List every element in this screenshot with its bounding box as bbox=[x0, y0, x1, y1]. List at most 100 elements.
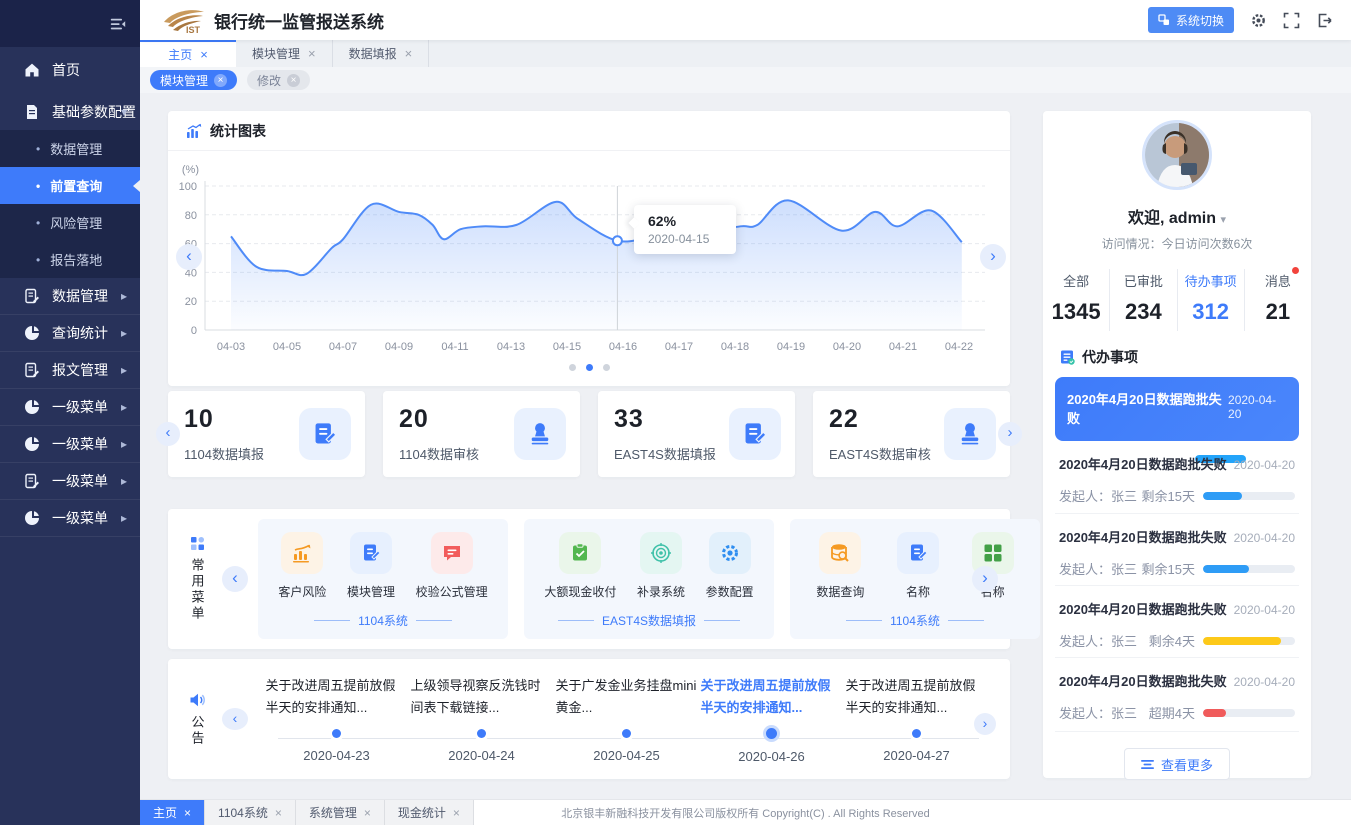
fullscreen-icon[interactable] bbox=[1283, 12, 1300, 29]
sidebar-subitem-report-landing[interactable]: •报告落地 bbox=[0, 241, 140, 278]
sidebar-item-data-mgmt[interactable]: 数据管理 ▸ bbox=[0, 278, 140, 315]
stat-card-1104-fill[interactable]: 10 1104数据填报 bbox=[168, 391, 365, 477]
tab-data-fill[interactable]: 数据填报× bbox=[333, 40, 430, 67]
announcement-text: 上级领导视察反洗钱时间表下载链接... bbox=[411, 675, 553, 720]
chevron-left-icon: ‹ bbox=[186, 246, 192, 265]
tab-home[interactable]: 主页× bbox=[140, 40, 236, 67]
bottom-tab-label: 1104系统 bbox=[218, 804, 268, 821]
stat-messages[interactable]: 消息 21 bbox=[1244, 269, 1311, 331]
bullet-icon: • bbox=[36, 179, 40, 193]
sidebar: 首页 基础参数配置 ▾ •数据管理 •前置查询 •风险管理 •报告落地 数据管理… bbox=[0, 0, 140, 825]
close-icon[interactable]: × bbox=[364, 806, 371, 820]
announcement-item[interactable]: 关于改进周五提前放假半天的安排通知... 2020-04-23 bbox=[264, 675, 409, 764]
welcome-row[interactable]: 欢迎, admin ▾ bbox=[1043, 204, 1311, 228]
pagination-dot[interactable] bbox=[569, 364, 576, 371]
quick-menu-prev-button[interactable]: ‹ bbox=[222, 566, 248, 592]
stats-prev-button[interactable]: ‹ bbox=[156, 422, 180, 446]
todo-item[interactable]: 2020年4月20日数据跑批失败2020-04-20 发起人：张三超期4天 bbox=[1055, 657, 1299, 729]
quick-item-label: 名称 bbox=[906, 583, 930, 600]
svg-text:04-17: 04-17 bbox=[665, 341, 693, 353]
stat-cards-row: 10 1104数据填报 20 1104数据审核 33 EAST4S数据填报 22… bbox=[168, 391, 1010, 477]
sidebar-item-query-stats[interactable]: 查询统计 ▸ bbox=[0, 315, 140, 352]
sidebar-item-level1-menu-3[interactable]: 一级菜单 ▸ bbox=[0, 463, 140, 500]
close-icon[interactable]: × bbox=[184, 806, 191, 820]
close-icon[interactable]: × bbox=[453, 806, 460, 820]
sidebar-item-level1-menu-1[interactable]: 一级菜单 ▸ bbox=[0, 389, 140, 426]
stat-card-1104-audit[interactable]: 20 1104数据审核 bbox=[383, 391, 580, 477]
bottom-tab-home[interactable]: 主页× bbox=[140, 800, 205, 825]
close-icon[interactable]: × bbox=[308, 46, 316, 61]
chart-tooltip: 62% 2020-04-15 bbox=[634, 205, 736, 254]
announcement-item[interactable]: 上级领导视察反洗钱时间表下载链接... 2020-04-24 bbox=[409, 675, 554, 764]
sidebar-item-base-params[interactable]: 基础参数配置 ▾ bbox=[0, 93, 140, 130]
chip-module-mgmt[interactable]: 模块管理× bbox=[150, 70, 237, 90]
quick-menu-next-button[interactable]: › bbox=[972, 566, 998, 592]
close-circle-icon[interactable]: × bbox=[214, 74, 227, 87]
pagination-dot[interactable] bbox=[603, 364, 610, 371]
announcement-text: 关于改进周五提前放假半天的安排通知... bbox=[846, 675, 988, 720]
todo-item-highlighted[interactable]: 2020年4月20日数据跑批失败2020-04-20 发起人：张三剩余15天 bbox=[1055, 377, 1299, 441]
page-tabs: 主页× 模块管理× 数据填报× bbox=[140, 40, 1351, 67]
announcement-item[interactable]: 关于广发金业务挂盘mini黄金... 2020-04-25 bbox=[554, 675, 699, 764]
todo-item[interactable]: 2020年4月20日数据跑批失败2020-04-20 发起人：张三剩余15天 bbox=[1055, 513, 1299, 585]
quick-item-data-query[interactable]: 数据查询 bbox=[816, 532, 864, 600]
tooltip-date: 2020-04-15 bbox=[648, 232, 736, 246]
sidebar-item-level1-menu-2[interactable]: 一级菜单 ▸ bbox=[0, 426, 140, 463]
bottom-tab-1104[interactable]: 1104系统 × bbox=[205, 800, 296, 825]
todo-list: 2020年4月20日数据跑批失败2020-04-20 发起人：张三剩余15天 2… bbox=[1043, 367, 1311, 729]
chart-card-header: 统计图表 bbox=[168, 111, 1010, 151]
stat-all[interactable]: 全部 1345 bbox=[1043, 269, 1109, 331]
close-icon[interactable]: × bbox=[405, 46, 413, 61]
quick-item-label: 校验公式管理 bbox=[416, 583, 488, 600]
pagination-dot-active[interactable] bbox=[586, 364, 593, 371]
stat-approved[interactable]: 已审批 234 bbox=[1109, 269, 1176, 331]
sidebar-item-level1-menu-4[interactable]: 一级菜单 ▸ bbox=[0, 500, 140, 537]
stat-card-east4s-fill[interactable]: 33 EAST4S数据填报 bbox=[598, 391, 795, 477]
quick-item-customer-risk[interactable]: 客户风险 bbox=[278, 532, 326, 600]
user-avatar[interactable] bbox=[1142, 120, 1212, 190]
svg-text:80: 80 bbox=[185, 210, 197, 222]
stat-pending[interactable]: 待办事项 312 bbox=[1177, 269, 1244, 331]
todo-item[interactable]: 2020年4月20日数据跑批失败2020-04-20 发起人：张三剩余4天 bbox=[1055, 585, 1299, 657]
logo-text: IST bbox=[186, 25, 201, 34]
stats-next-button[interactable]: › bbox=[998, 422, 1022, 446]
chart-prev-button[interactable]: ‹ bbox=[176, 244, 202, 270]
announcements-next-button[interactable]: › bbox=[974, 713, 996, 735]
sidebar-subitem-front-query[interactable]: •前置查询 bbox=[0, 167, 140, 204]
quick-item-name-1[interactable]: 名称 bbox=[897, 532, 939, 600]
logo-swoosh-icon: IST bbox=[160, 6, 206, 34]
chip-modify[interactable]: 修改× bbox=[247, 70, 310, 90]
stat-label: 消息 bbox=[1265, 274, 1291, 289]
settings-gear-icon[interactable] bbox=[1250, 12, 1267, 29]
quick-item-module-mgmt[interactable]: 模块管理 bbox=[347, 532, 395, 600]
sidebar-subitem-data-mgmt[interactable]: •数据管理 bbox=[0, 130, 140, 167]
sidebar-item-label: 首页 bbox=[52, 60, 80, 80]
menu-fold-icon[interactable] bbox=[110, 16, 126, 32]
bottom-tab-cashstats[interactable]: 现金统计× bbox=[385, 800, 474, 825]
sidebar-subitem-risk-mgmt[interactable]: •风险管理 bbox=[0, 204, 140, 241]
announcement-item-active[interactable]: 关于改进周五提前放假半天的安排通知... 2020-04-26 bbox=[699, 675, 844, 764]
close-icon[interactable]: × bbox=[275, 806, 282, 820]
tab-module-mgmt[interactable]: 模块管理× bbox=[236, 40, 333, 67]
announcements-prev-button[interactable]: ‹ bbox=[222, 708, 248, 730]
quick-item-param-config[interactable]: 参数配置 bbox=[706, 532, 754, 600]
quick-item-supplement-system[interactable]: 补录系统 bbox=[637, 532, 685, 600]
stat-card-east4s-audit[interactable]: 22 EAST4S数据审核 bbox=[813, 391, 1010, 477]
logout-icon[interactable] bbox=[1316, 12, 1333, 29]
chart-next-button[interactable]: › bbox=[980, 244, 1006, 270]
quick-item-label: 参数配置 bbox=[706, 583, 754, 600]
announcement-item[interactable]: 关于改进周五提前放假半天的安排通知... 2020-04-27 bbox=[844, 675, 989, 764]
view-more-button[interactable]: 查看更多 bbox=[1124, 748, 1230, 780]
quick-item-formula-mgmt[interactable]: 校验公式管理 bbox=[416, 532, 488, 600]
sidebar-item-home[interactable]: 首页 bbox=[0, 47, 140, 93]
sidebar-item-message-mgmt[interactable]: 报文管理 ▸ bbox=[0, 352, 140, 389]
cash-check-icon bbox=[569, 542, 591, 564]
system-switch-button[interactable]: 系统切换 bbox=[1148, 7, 1234, 33]
caret-right-icon: ▸ bbox=[121, 363, 127, 377]
bottom-tab-sysmgmt[interactable]: 系统管理× bbox=[296, 800, 385, 825]
svg-text:04-22: 04-22 bbox=[945, 341, 973, 353]
close-icon[interactable]: × bbox=[200, 47, 208, 62]
close-circle-icon[interactable]: × bbox=[287, 74, 300, 87]
svg-text:04-09: 04-09 bbox=[385, 341, 413, 353]
quick-item-cash-payment[interactable]: 大额现金收付 bbox=[544, 532, 616, 600]
